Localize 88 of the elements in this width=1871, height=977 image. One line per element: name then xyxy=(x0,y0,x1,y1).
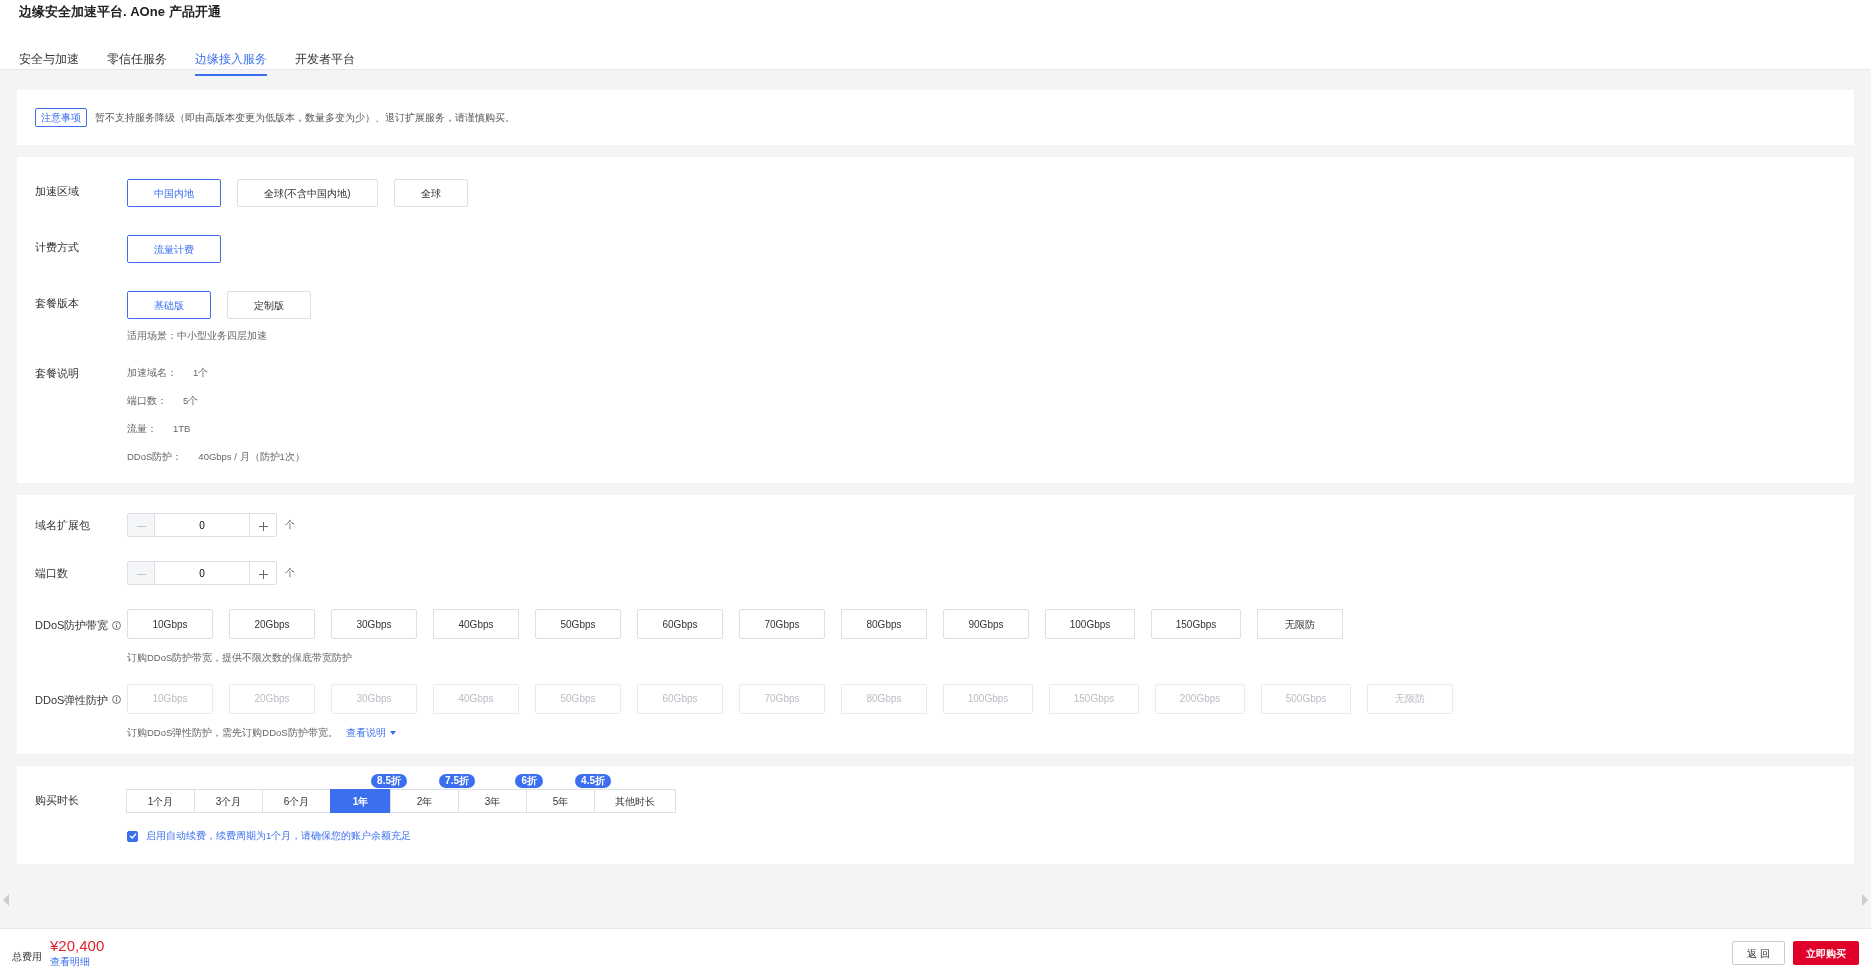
option-button: 50Gbps xyxy=(535,683,621,714)
discount-badge: 6折 xyxy=(515,773,543,788)
discount-badge: 8.5折 xyxy=(371,773,407,788)
field-label: DDoS弹性防护 xyxy=(35,692,109,708)
notice-text: 暂不支持服务降级（即由高版本变更为低版本，数量多变为少）、退订扩展服务，请谨慎购买。 xyxy=(95,111,515,125)
info-icon[interactable] xyxy=(112,695,122,705)
field-label: 购买时长 xyxy=(35,793,80,809)
back-button[interactable]: 返 回 xyxy=(1732,941,1785,965)
option-button[interactable]: 70Gbps xyxy=(739,609,825,640)
field-label: 计费方式 xyxy=(35,240,80,255)
minus-icon xyxy=(136,526,146,528)
scenario-text: 适用场景：中小型业务四层加速 xyxy=(127,329,268,343)
option-button[interactable]: 10Gbps xyxy=(127,609,213,640)
option-button[interactable]: 60Gbps xyxy=(637,609,723,640)
discount-badge: 7.5折 xyxy=(439,773,475,788)
option-button: 10Gbps xyxy=(127,683,213,714)
duration-option[interactable]: 其他时长 xyxy=(594,789,676,814)
field-label: 加速区域 xyxy=(35,184,80,199)
spec-name: 流量： xyxy=(127,422,157,437)
option-button[interactable]: 定制版 xyxy=(227,291,311,319)
option-button: 30Gbps xyxy=(331,683,417,714)
unit-text: 个 xyxy=(285,566,295,581)
option-button[interactable]: 100Gbps xyxy=(1045,609,1135,640)
info-icon[interactable] xyxy=(112,621,122,630)
field-label: 域名扩展包 xyxy=(35,518,91,533)
duration-option[interactable]: 3个月 xyxy=(194,789,263,814)
option-button[interactable]: 全球(不含中国内地) xyxy=(237,179,378,207)
minus-icon xyxy=(136,574,146,576)
option-button[interactable]: 中国内地 xyxy=(127,179,221,207)
option-button: 20Gbps xyxy=(229,683,315,714)
option-button: 无限防 xyxy=(1367,683,1453,714)
duration-option[interactable]: 3年 xyxy=(458,789,527,814)
total-price: ¥20,400 xyxy=(50,936,105,955)
option-button[interactable]: 30Gbps xyxy=(331,609,417,640)
option-button[interactable]: 80Gbps xyxy=(841,609,927,640)
tab[interactable]: 安全与加速 xyxy=(19,50,79,76)
hint-text: 订购DDoS防护带宽，提供不限次数的保底带宽防护 xyxy=(127,651,353,666)
option-button: 80Gbps xyxy=(841,683,927,714)
field-label: 套餐说明 xyxy=(35,366,80,382)
buy-button[interactable]: 立即购买 xyxy=(1793,941,1859,965)
option-button[interactable]: 基础版 xyxy=(127,291,211,319)
field-label: DDoS防护带宽 xyxy=(35,618,109,634)
option-button[interactable]: 流量计费 xyxy=(127,235,221,263)
option-button: 60Gbps xyxy=(637,683,723,714)
duration-option[interactable]: 1个月 xyxy=(126,789,195,814)
hint-text: 订购DDoS弹性防护，需先订购DDoS防护带宽。 xyxy=(127,725,338,740)
option-button: 70Gbps xyxy=(739,683,825,714)
option-button[interactable]: 20Gbps xyxy=(229,609,315,640)
option-button: 150Gbps xyxy=(1049,683,1139,714)
unit-text: 个 xyxy=(285,518,295,533)
duration-option[interactable]: 6个月 xyxy=(262,789,331,814)
spec-value: 40Gbps / 月（防护1次） xyxy=(198,450,305,465)
option-button: 200Gbps xyxy=(1155,683,1245,714)
spec-name: 加速域名： xyxy=(127,366,177,381)
discount-badge: 4.5折 xyxy=(575,773,611,788)
spec-value: 1个 xyxy=(193,366,209,381)
duration-option[interactable]: 2年 xyxy=(390,789,459,814)
option-button[interactable]: 40Gbps xyxy=(433,609,519,640)
tab[interactable]: 开发者平台 xyxy=(295,50,355,76)
page-title: 边缘安全加速平台. AOne 产品开通 xyxy=(19,4,222,20)
spec-name: DDoS防护： xyxy=(127,450,183,465)
caret-icon[interactable] xyxy=(389,730,396,735)
notice-tag: 注意事项 xyxy=(35,108,87,127)
spec-value: 5个 xyxy=(183,394,199,409)
checkbox[interactable] xyxy=(127,830,138,842)
option-button[interactable]: 50Gbps xyxy=(535,609,621,640)
plus-icon xyxy=(258,570,268,580)
spec-value: 1TB xyxy=(173,422,191,437)
option-button: 100Gbps xyxy=(943,683,1033,714)
duration-option[interactable]: 1年 xyxy=(330,789,391,814)
option-button[interactable]: 90Gbps xyxy=(943,609,1029,640)
total-label: 总费用 xyxy=(12,949,42,964)
plus-icon xyxy=(258,522,268,532)
option-button[interactable]: 150Gbps xyxy=(1151,609,1241,640)
help-link[interactable]: 查看说明 xyxy=(345,725,396,740)
option-button[interactable]: 全球 xyxy=(393,179,468,207)
field-label: 端口数 xyxy=(35,566,69,581)
tab[interactable]: 零信任服务 xyxy=(107,50,167,76)
option-button[interactable]: 无限防 xyxy=(1257,609,1343,640)
auto-renew-text: 启用自动续费，续费周期为1个月，请确保您的账户余额充足 xyxy=(146,829,412,844)
option-button: 40Gbps xyxy=(433,683,519,714)
field-label: 套餐版本 xyxy=(35,296,80,311)
number-stepper[interactable]: 0 xyxy=(127,561,277,586)
option-button: 500Gbps xyxy=(1261,683,1351,714)
duration-option[interactable]: 5年 xyxy=(526,789,595,814)
spec-name: 端口数： xyxy=(127,394,167,409)
number-stepper[interactable]: 0 xyxy=(127,513,277,538)
detail-link[interactable]: 查看明细 xyxy=(50,954,105,970)
